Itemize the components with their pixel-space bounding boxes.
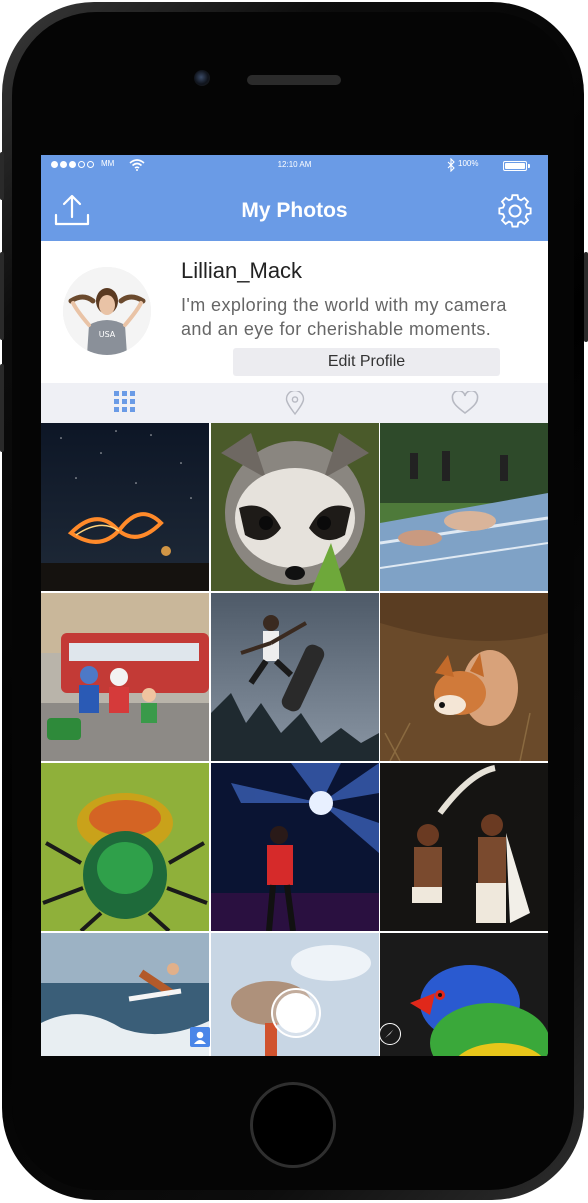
volume-up-button (0, 252, 4, 340)
photo-thumbnail[interactable] (380, 423, 548, 591)
app-screen: MM 12:10 AM 100% My Photos USA Lillian_M… (41, 155, 548, 1056)
photo-thumbnail[interactable] (41, 423, 209, 591)
location-pin-icon (285, 391, 305, 415)
photo-thumbnail[interactable] (380, 763, 548, 931)
photo-thumbnail[interactable] (211, 593, 379, 761)
photo-thumbnail[interactable] (41, 763, 209, 931)
front-camera (194, 70, 210, 86)
capture-button-icon[interactable] (271, 988, 321, 1038)
edit-profile-button[interactable]: Edit Profile (233, 348, 500, 376)
gear-icon (498, 194, 532, 228)
tab-favorites[interactable] (379, 383, 548, 423)
view-tabs (41, 383, 548, 423)
photo-thumbnail[interactable] (211, 763, 379, 931)
compass-icon[interactable] (379, 1023, 401, 1045)
settings-button[interactable] (497, 193, 533, 229)
bio-line-2: and an eye for cherishable moments. (181, 319, 492, 339)
contact-glyph (194, 1031, 206, 1044)
heart-icon (451, 391, 479, 415)
home-button[interactable] (250, 1082, 336, 1168)
avatar-photo: USA (63, 267, 151, 355)
svg-text:USA: USA (99, 330, 116, 339)
earpiece-speaker (247, 75, 341, 85)
volume-down-button (0, 364, 4, 452)
photo-thumbnail[interactable] (41, 593, 209, 761)
compass-needle (385, 1029, 394, 1038)
mute-switch (0, 152, 4, 200)
status-bar: MM 12:10 AM 100% (41, 155, 548, 177)
tab-location[interactable] (210, 383, 379, 423)
grid-icon (114, 391, 135, 412)
tab-grid[interactable] (41, 383, 210, 423)
avatar[interactable]: USA (63, 267, 151, 355)
profile-bio: I'm exploring the world with my camera a… (181, 293, 541, 341)
battery-icon (503, 161, 530, 171)
bluetooth-icon (447, 158, 455, 172)
photo-grid (41, 423, 548, 1056)
bio-line-1: I'm exploring the world with my camera (181, 295, 507, 315)
battery-percent: 100% (458, 159, 479, 168)
contact-icon[interactable] (190, 1027, 210, 1047)
photo-thumbnail[interactable] (380, 593, 548, 761)
profile-header: USA Lillian_Mack I'm exploring the world… (41, 241, 548, 383)
nav-bar: My Photos (41, 177, 548, 241)
photo-thumbnail[interactable] (380, 933, 548, 1056)
page-title: My Photos (241, 199, 348, 222)
photo-thumbnail[interactable] (211, 423, 379, 591)
username: Lillian_Mack (181, 258, 303, 283)
photo-thumbnail[interactable] (41, 933, 209, 1056)
power-button (584, 252, 588, 342)
